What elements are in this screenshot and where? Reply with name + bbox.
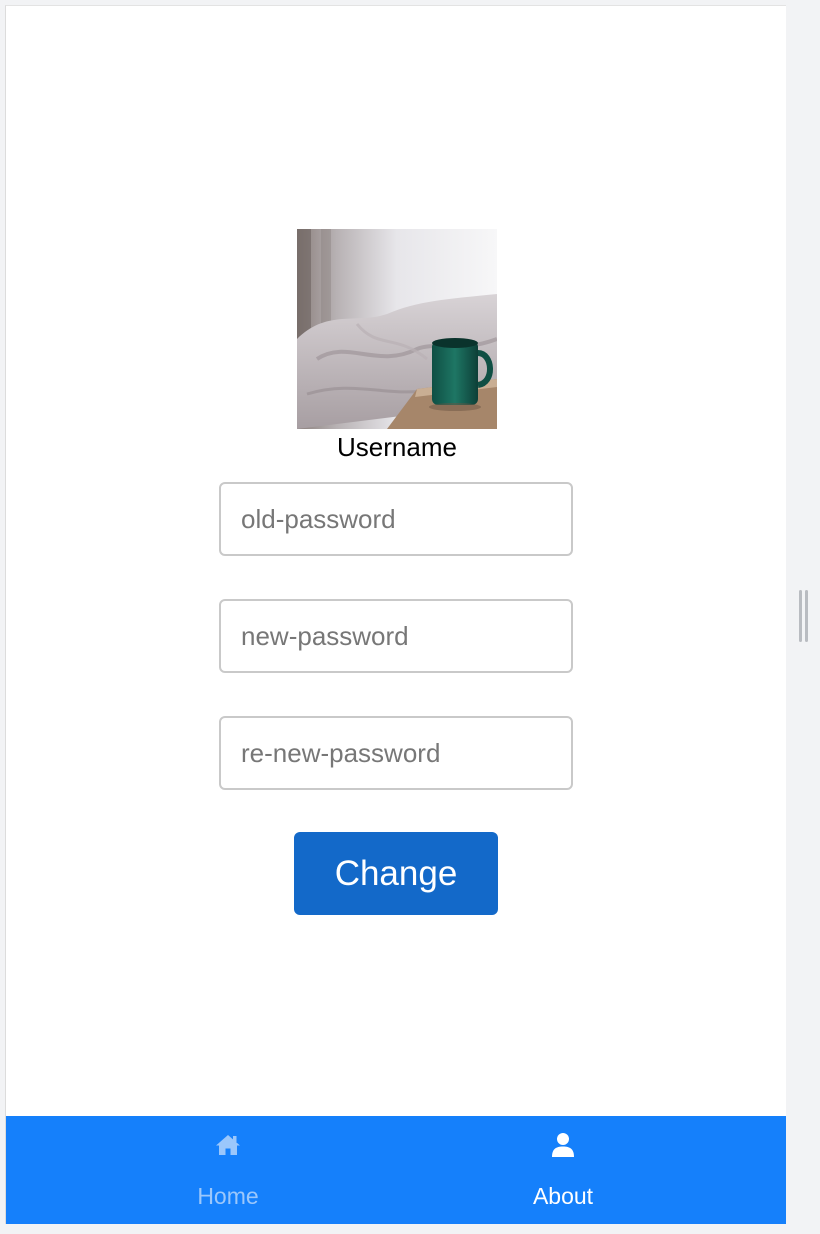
change-button[interactable]: Change [294, 832, 498, 915]
tab-about-label: About [532, 1183, 594, 1209]
user-icon [552, 1133, 574, 1157]
avatar-image [297, 229, 497, 429]
old-password-field[interactable] [219, 482, 573, 556]
username: Username [337, 432, 457, 462]
re-new-password-field[interactable] [219, 716, 573, 790]
tab-about[interactable]: About [340, 1116, 786, 1224]
resize-handle[interactable] [799, 590, 809, 642]
new-password-field[interactable] [219, 599, 573, 673]
avatar [297, 229, 497, 429]
app-frame: Username Change Home About [5, 5, 786, 1224]
home-icon [216, 1135, 240, 1155]
bottom-tab-bar: Home About [6, 1116, 786, 1224]
